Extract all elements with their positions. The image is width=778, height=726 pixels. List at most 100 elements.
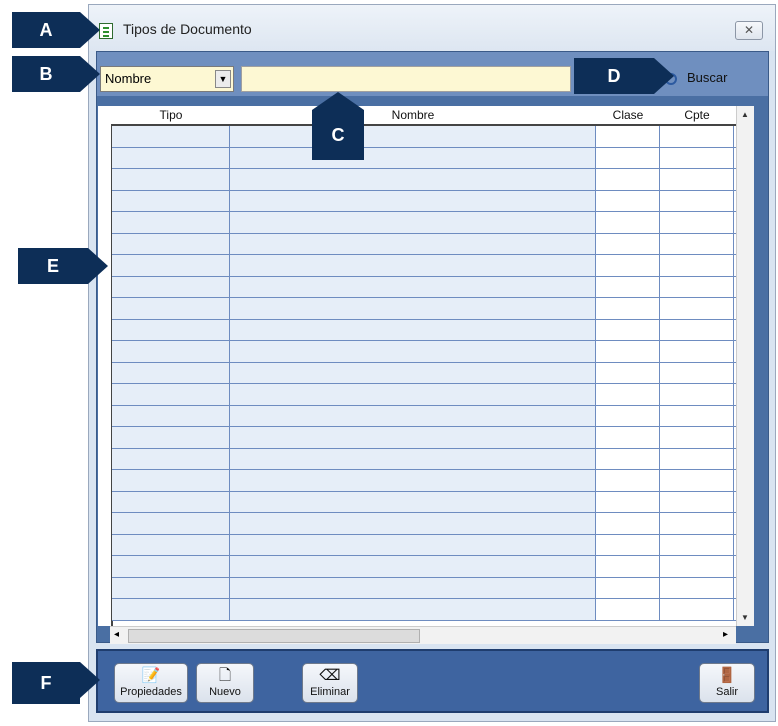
table-cell[interactable]	[660, 405, 734, 426]
column-header-cpte[interactable]: Cpte	[660, 108, 734, 122]
salir-button[interactable]: 🚪 Salir	[699, 663, 755, 703]
table-cell[interactable]	[230, 212, 596, 233]
eliminar-button[interactable]: ⌫ Eliminar	[302, 663, 358, 703]
table-cell[interactable]	[112, 233, 230, 254]
table-cell[interactable]	[112, 556, 230, 577]
table-cell[interactable]	[112, 147, 230, 168]
table-cell[interactable]	[596, 448, 660, 469]
table-cell[interactable]	[596, 556, 660, 577]
table-cell[interactable]	[112, 212, 230, 233]
table-cell[interactable]	[596, 362, 660, 383]
table-cell[interactable]	[660, 534, 734, 555]
table-cell[interactable]	[596, 491, 660, 512]
table-row[interactable]	[112, 556, 754, 578]
table-cell[interactable]	[660, 147, 734, 168]
table-cell[interactable]	[596, 319, 660, 340]
table-cell[interactable]	[112, 427, 230, 448]
table-cell[interactable]	[596, 276, 660, 297]
table-cell[interactable]	[230, 577, 596, 598]
table-cell[interactable]	[596, 427, 660, 448]
table-row[interactable]	[112, 577, 754, 599]
table-cell[interactable]	[112, 276, 230, 297]
table-cell[interactable]	[596, 513, 660, 534]
table-cell[interactable]	[112, 405, 230, 426]
table-row[interactable]	[112, 448, 754, 470]
table-cell[interactable]	[660, 577, 734, 598]
table-cell[interactable]	[660, 362, 734, 383]
table-row[interactable]	[112, 491, 754, 513]
table-cell[interactable]	[112, 577, 230, 598]
table-cell[interactable]	[112, 190, 230, 211]
table-row[interactable]	[112, 190, 754, 212]
table-cell[interactable]	[112, 470, 230, 491]
table-cell[interactable]	[230, 298, 596, 319]
table-row[interactable]	[112, 513, 754, 535]
table-row[interactable]	[112, 534, 754, 556]
table-cell[interactable]	[660, 427, 734, 448]
table-cell[interactable]	[230, 470, 596, 491]
table-cell[interactable]	[230, 513, 596, 534]
scroll-down-icon[interactable]: ▼	[741, 613, 749, 622]
table-cell[interactable]	[660, 233, 734, 254]
table-cell[interactable]	[596, 298, 660, 319]
table-cell[interactable]	[660, 190, 734, 211]
column-header-tipo[interactable]: Tipo	[112, 108, 230, 122]
table-row[interactable]	[112, 147, 754, 169]
table-cell[interactable]	[660, 448, 734, 469]
table-cell[interactable]	[660, 384, 734, 405]
table-cell[interactable]	[230, 534, 596, 555]
table-row[interactable]	[112, 427, 754, 449]
column-header-clase[interactable]: Clase	[596, 108, 660, 122]
search-input[interactable]	[241, 66, 571, 92]
table-cell[interactable]	[230, 190, 596, 211]
column-header-nombre[interactable]: Nombre	[230, 108, 596, 122]
table-cell[interactable]	[596, 255, 660, 276]
table-cell[interactable]	[112, 362, 230, 383]
table-cell[interactable]	[660, 513, 734, 534]
table-row[interactable]	[112, 298, 754, 320]
table-row[interactable]	[112, 319, 754, 341]
table-cell[interactable]	[112, 255, 230, 276]
table-cell[interactable]	[230, 362, 596, 383]
table-cell[interactable]	[660, 556, 734, 577]
scroll-thumb[interactable]	[128, 629, 420, 643]
table-cell[interactable]	[112, 298, 230, 319]
document-types-grid[interactable]: Tipo Nombre Clase Cpte	[98, 106, 754, 626]
table-row[interactable]	[112, 362, 754, 384]
table-cell[interactable]	[596, 341, 660, 362]
table-row[interactable]	[112, 470, 754, 492]
nuevo-button[interactable]: 🗋 Nuevo	[196, 663, 254, 703]
table-cell[interactable]	[230, 341, 596, 362]
chevron-down-icon[interactable]: ▼	[215, 70, 231, 88]
table-cell[interactable]	[112, 169, 230, 190]
table-cell[interactable]	[596, 126, 660, 147]
table-cell[interactable]	[230, 556, 596, 577]
table-cell[interactable]	[660, 169, 734, 190]
table-cell[interactable]	[660, 341, 734, 362]
table-row[interactable]	[112, 233, 754, 255]
table-cell[interactable]	[230, 126, 596, 147]
table-cell[interactable]	[660, 212, 734, 233]
table-cell[interactable]	[112, 534, 230, 555]
table-cell[interactable]	[596, 599, 660, 620]
table-cell[interactable]	[230, 276, 596, 297]
table-row[interactable]	[112, 276, 754, 298]
table-row[interactable]	[112, 341, 754, 363]
table-cell[interactable]	[596, 147, 660, 168]
close-button[interactable]: ✕	[735, 21, 763, 40]
table-cell[interactable]	[660, 470, 734, 491]
table-cell[interactable]	[112, 126, 230, 147]
table-cell[interactable]	[112, 448, 230, 469]
table-cell[interactable]	[596, 233, 660, 254]
table-cell[interactable]	[230, 169, 596, 190]
scroll-right-icon[interactable]: ▸	[723, 629, 728, 640]
table-cell[interactable]	[112, 341, 230, 362]
table-cell[interactable]	[596, 384, 660, 405]
table-cell[interactable]	[596, 190, 660, 211]
table-cell[interactable]	[230, 255, 596, 276]
table-cell[interactable]	[660, 298, 734, 319]
table-cell[interactable]	[230, 491, 596, 512]
table-cell[interactable]	[230, 147, 596, 168]
table-cell[interactable]	[230, 427, 596, 448]
table-cell[interactable]	[660, 319, 734, 340]
